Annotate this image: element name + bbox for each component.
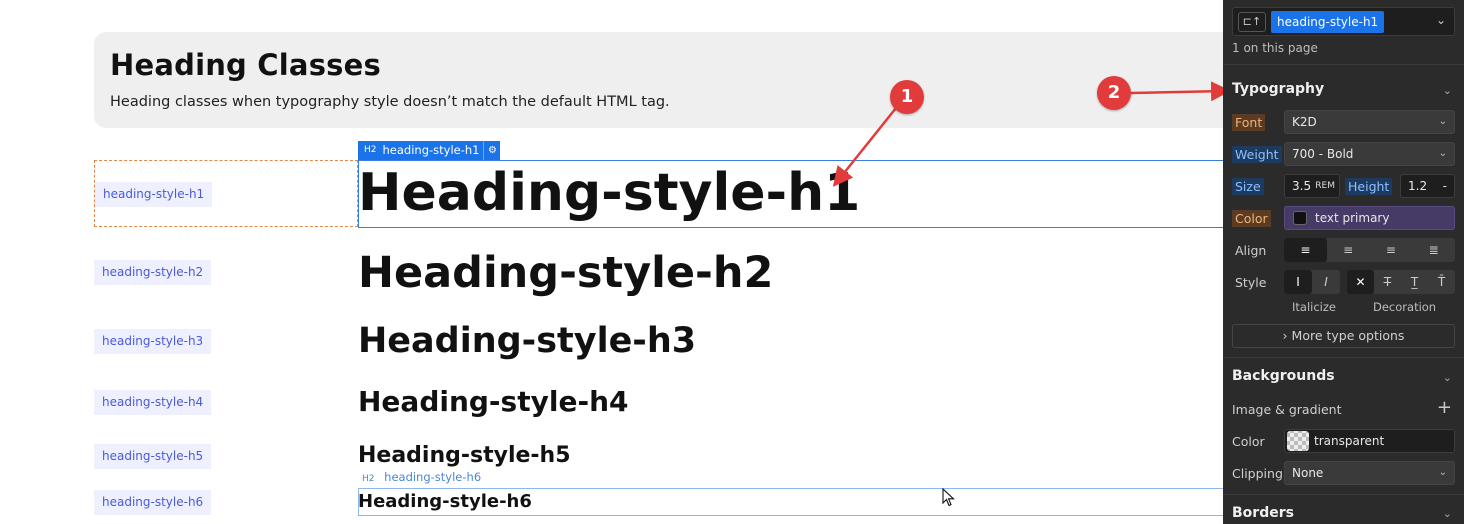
- weight-value: 700 - Bold: [1292, 147, 1354, 161]
- heading-h4[interactable]: Heading-style-h4: [358, 385, 628, 418]
- align-label: Align: [1235, 243, 1267, 258]
- style-panel[interactable]: ⊏↑ heading-style-h1 ⌄ 1 on this page Typ…: [1223, 0, 1464, 524]
- italic-on-option[interactable]: I: [1312, 270, 1340, 294]
- size-label: Size: [1232, 178, 1264, 195]
- heading-h1[interactable]: Heading-style-h1: [358, 163, 860, 223]
- divider: [1223, 64, 1464, 65]
- selected-element-tag[interactable]: H2 heading-style-h1 ⚙: [358, 141, 501, 160]
- align-right-icon[interactable]: ≡: [1370, 238, 1413, 262]
- row-label-h6[interactable]: heading-style-h6: [94, 490, 212, 515]
- text-color-value: text primary: [1315, 211, 1390, 225]
- clipping-value: None: [1292, 466, 1324, 480]
- row-label-h3[interactable]: heading-style-h3: [94, 329, 212, 354]
- divider: [1223, 494, 1464, 495]
- row-label-h1: heading-style-h1: [95, 182, 213, 207]
- chevron-down-icon[interactable]: ⌄: [1443, 84, 1452, 97]
- font-label: Font: [1232, 114, 1266, 131]
- more-type-options-button[interactable]: › More type options: [1232, 324, 1455, 348]
- weight-select[interactable]: 700 - Bold ⌄: [1284, 142, 1455, 166]
- strikethrough-icon[interactable]: T̶: [1374, 270, 1401, 294]
- chevron-down-icon[interactable]: ⌄: [1443, 371, 1452, 384]
- row-label-h5[interactable]: heading-style-h5: [94, 444, 212, 469]
- gear-icon[interactable]: ⚙: [483, 141, 500, 160]
- row-label-h1-container[interactable]: heading-style-h1: [94, 160, 358, 227]
- plus-icon[interactable]: +: [1437, 397, 1452, 418]
- height-label: Height: [1345, 178, 1393, 195]
- underline-icon[interactable]: T̲: [1401, 270, 1428, 294]
- align-justify-icon[interactable]: ≣: [1412, 238, 1455, 262]
- selector-mode-icon[interactable]: ⊏↑: [1238, 12, 1266, 32]
- hover-tag-name: heading-style-h6: [384, 470, 482, 484]
- hover-tag-level: H2: [362, 474, 375, 484]
- mouse-cursor-icon: [942, 488, 955, 507]
- backgrounds-section-title[interactable]: Backgrounds: [1232, 368, 1335, 384]
- chevron-right-icon: ›: [1282, 328, 1288, 343]
- heading-h6[interactable]: Heading-style-h6: [358, 491, 532, 512]
- height-unit[interactable]: -: [1443, 175, 1447, 197]
- chevron-down-icon: ⌄: [1438, 467, 1447, 478]
- chevron-down-icon[interactable]: ⌄: [1436, 13, 1446, 27]
- color-label: Color: [1232, 210, 1271, 227]
- divider: [1223, 357, 1464, 358]
- align-left-icon[interactable]: ≡: [1284, 238, 1327, 262]
- chevron-down-icon: ⌄: [1438, 116, 1447, 127]
- transparent-swatch[interactable]: [1287, 431, 1309, 451]
- align-control[interactable]: ≡ ≡ ≡ ≣: [1284, 238, 1455, 262]
- height-input[interactable]: 1.2 -: [1400, 174, 1455, 198]
- height-value: 1.2: [1408, 179, 1428, 193]
- weight-label: Weight: [1232, 146, 1282, 163]
- font-value: K2D: [1292, 115, 1317, 129]
- typography-section-title[interactable]: Typography: [1232, 81, 1324, 97]
- bg-color-value: transparent: [1314, 434, 1385, 448]
- bg-color-label: Color: [1232, 434, 1265, 449]
- decoration-none-icon[interactable]: ✕: [1347, 270, 1374, 294]
- decoration-caption: Decoration: [1373, 300, 1437, 314]
- tag-name: heading-style-h1: [382, 143, 480, 157]
- style-label: Style: [1235, 275, 1267, 290]
- decoration-control[interactable]: ✕ T̶ T̲ T̄: [1347, 270, 1455, 294]
- align-center-icon[interactable]: ≡: [1327, 238, 1370, 262]
- color-swatch[interactable]: [1293, 211, 1307, 225]
- text-color-field[interactable]: text primary: [1284, 206, 1455, 230]
- italic-control[interactable]: I I: [1284, 270, 1340, 294]
- row-label-h4[interactable]: heading-style-h4: [94, 390, 212, 415]
- image-gradient-label: Image & gradient: [1232, 402, 1342, 417]
- bg-color-field[interactable]: transparent: [1284, 429, 1455, 453]
- italic-off-option[interactable]: I: [1284, 270, 1312, 294]
- heading-h2[interactable]: Heading-style-h2: [358, 248, 773, 298]
- class-selector[interactable]: ⊏↑ heading-style-h1 ⌄: [1232, 7, 1455, 36]
- banner-description: Heading classes when typography style do…: [110, 94, 670, 110]
- designer-canvas[interactable]: Heading Classes Heading classes when typ…: [0, 0, 1223, 524]
- italicize-caption: Italicize: [1292, 300, 1336, 314]
- annotation-marker-1: 1: [890, 80, 924, 114]
- annotation-marker-2: 2: [1097, 76, 1131, 110]
- more-type-options-label: More type options: [1291, 328, 1405, 343]
- section-banner[interactable]: Heading Classes Heading classes when typ…: [94, 32, 1223, 128]
- heading-h5[interactable]: Heading-style-h5: [358, 443, 571, 468]
- chevron-down-icon: ⌄: [1438, 148, 1447, 159]
- overline-icon[interactable]: T̄: [1428, 270, 1455, 294]
- tag-level: H2: [364, 145, 377, 155]
- size-input[interactable]: 3.5 REM: [1284, 174, 1340, 198]
- size-unit[interactable]: REM: [1315, 175, 1335, 197]
- font-select[interactable]: K2D ⌄: [1284, 110, 1455, 134]
- borders-section-title[interactable]: Borders: [1232, 505, 1294, 521]
- hover-element-tag: H2 heading-style-h6: [362, 470, 481, 484]
- chevron-down-icon[interactable]: ⌄: [1443, 507, 1452, 520]
- row-label-h2[interactable]: heading-style-h2: [94, 260, 212, 285]
- size-value: 3.5: [1292, 179, 1312, 193]
- banner-title: Heading Classes: [110, 48, 381, 82]
- class-chip[interactable]: heading-style-h1: [1271, 11, 1385, 33]
- class-usage-count: 1 on this page: [1232, 41, 1318, 55]
- clipping-select[interactable]: None ⌄: [1284, 461, 1455, 485]
- clipping-label: Clipping: [1232, 466, 1283, 481]
- heading-h3[interactable]: Heading-style-h3: [358, 321, 696, 361]
